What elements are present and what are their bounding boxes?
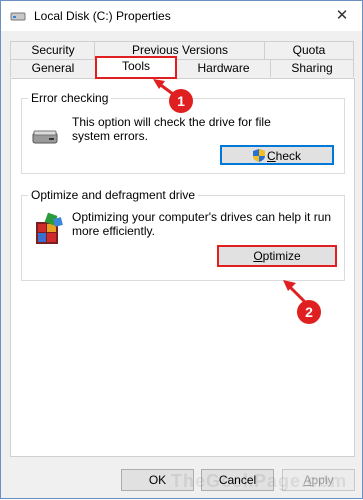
- optimize-description: Optimizing your computer's drives can he…: [72, 210, 332, 238]
- tab-hardware[interactable]: Hardware: [175, 59, 272, 77]
- check-label: heck: [275, 149, 302, 163]
- step-2-marker: 2: [297, 300, 321, 324]
- optimize-button[interactable]: Optimize: [217, 245, 337, 267]
- optimize-label: Optimize and defragment drive: [28, 188, 199, 202]
- defrag-icon: [36, 212, 63, 244]
- check-button[interactable]: Check: [220, 145, 334, 165]
- tab-general[interactable]: General: [10, 59, 96, 77]
- check-accel: C: [266, 149, 276, 163]
- optimize-accel: O: [253, 249, 263, 263]
- tools-panel: Error checking This option will check th…: [10, 78, 355, 457]
- window-title: Local Disk (C:) Properties: [34, 9, 171, 23]
- step-1-marker: 1: [169, 89, 193, 113]
- error-checking-description: This option will check the drive for fil…: [72, 115, 271, 143]
- title-bar: Local Disk (C:) Properties ✕: [1, 1, 362, 31]
- optimize-button-label: ptimize: [262, 249, 301, 263]
- tab-security[interactable]: Security: [10, 41, 96, 59]
- tab-tools[interactable]: Tools: [95, 56, 177, 79]
- properties-dialog: Local Disk (C:) Properties ✕ Security Pr…: [0, 0, 363, 499]
- tab-quota[interactable]: Quota: [264, 41, 354, 59]
- error-checking-label: Error checking: [28, 91, 112, 105]
- drive-icon: [10, 12, 26, 21]
- tab-sharing[interactable]: Sharing: [270, 59, 354, 77]
- close-icon[interactable]: ✕: [332, 7, 352, 25]
- shield-icon: [252, 149, 265, 162]
- hard-drive-icon: [32, 130, 58, 144]
- optimize-group: Optimize and defragment drive Optimizing…: [21, 188, 345, 281]
- watermark: TheGeekPage.com: [171, 471, 348, 491]
